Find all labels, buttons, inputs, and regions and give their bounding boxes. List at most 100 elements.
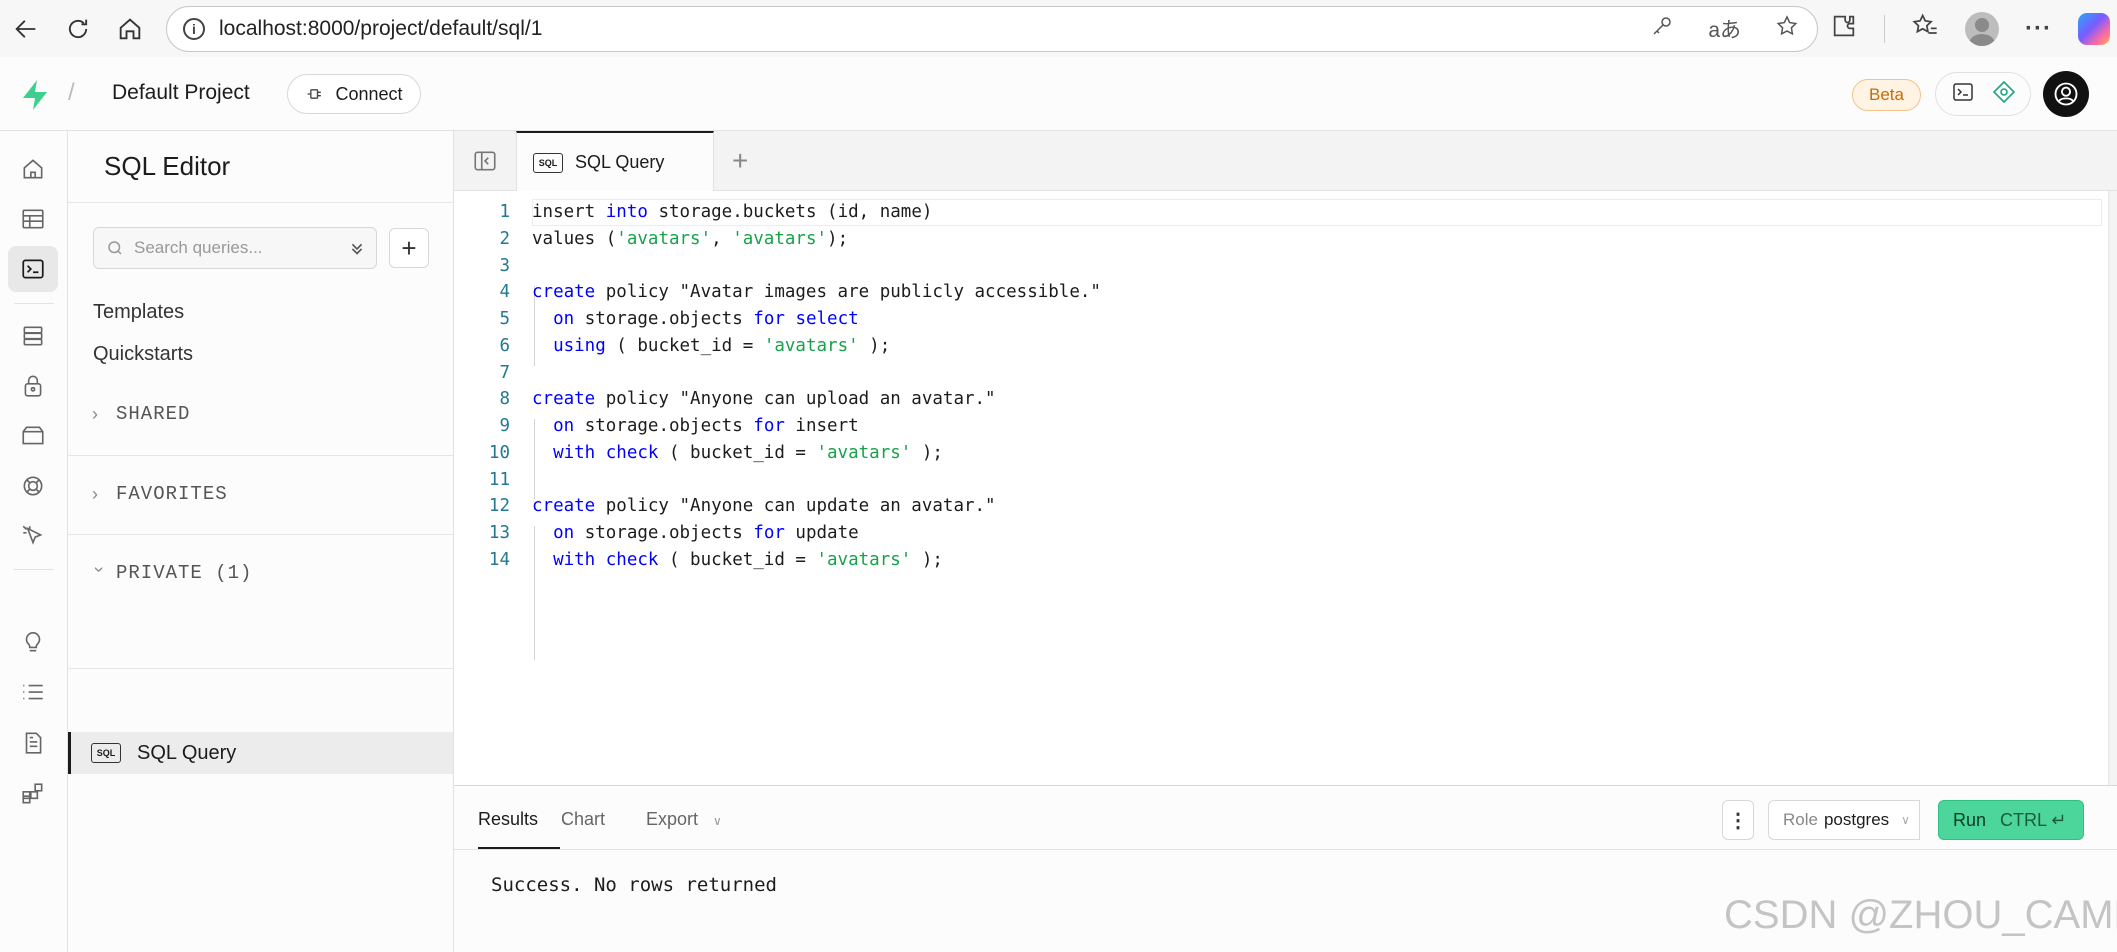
- more-icon[interactable]: ···: [2025, 15, 2052, 43]
- line-number: 13: [488, 523, 510, 543]
- project-name[interactable]: Default Project: [112, 81, 250, 105]
- tab-chart[interactable]: Chart: [561, 809, 605, 830]
- shared-section-toggle[interactable]: › SHARED: [92, 403, 190, 425]
- more-options-button[interactable]: ⋮: [1722, 800, 1754, 840]
- address-bar[interactable]: i localhost:8000/project/default/sql/1 a…: [166, 6, 1818, 52]
- docs-icon[interactable]: [8, 720, 58, 766]
- connect-label: Connect: [335, 83, 403, 104]
- private-section-label: PRIVATE (1): [116, 562, 253, 584]
- nav-rail: [0, 131, 68, 952]
- code-line: 11: [454, 467, 2054, 494]
- export-dropdown[interactable]: Export ∨: [646, 809, 722, 830]
- result-message: Success. No rows returned: [491, 874, 777, 896]
- database-icon[interactable]: [8, 313, 58, 359]
- favorites-icon[interactable]: [1911, 12, 1939, 45]
- sidebar-title: SQL Editor: [104, 151, 231, 181]
- run-shortcut: CTRL ↵: [2000, 809, 2067, 830]
- line-number: 6: [499, 336, 510, 356]
- terminal-icon[interactable]: [1951, 80, 1975, 109]
- editor-scrollbar[interactable]: [2108, 191, 2117, 785]
- back-icon[interactable]: [0, 3, 52, 55]
- query-list-item[interactable]: SQL SQL Query: [68, 732, 453, 774]
- profile-icon[interactable]: [1965, 11, 1999, 46]
- storage-icon[interactable]: [8, 413, 58, 459]
- tab-results[interactable]: Results: [478, 809, 538, 830]
- query-item-label: SQL Query: [137, 741, 237, 764]
- tab-sql-query[interactable]: SQL SQL Query: [516, 131, 714, 192]
- browser-toolbar: i localhost:8000/project/default/sql/1 a…: [0, 0, 2117, 57]
- star-icon[interactable]: [1775, 14, 1799, 44]
- code-line: 3: [454, 253, 2054, 280]
- code-line: 14 with check ( bucket_id = 'avatars' );: [454, 547, 2054, 574]
- chevron-down-icon: ∨: [713, 814, 722, 828]
- sql-file-icon: SQL: [91, 743, 121, 763]
- run-button[interactable]: Run CTRL ↵: [1938, 800, 2084, 840]
- templates-link[interactable]: Templates: [93, 301, 184, 324]
- line-number: 9: [499, 416, 510, 436]
- favorites-section-label: FAVORITES: [116, 483, 228, 505]
- favorites-section-toggle[interactable]: › FAVORITES: [92, 483, 228, 505]
- role-label: Role: [1783, 810, 1818, 829]
- table-editor-icon[interactable]: [8, 196, 58, 242]
- line-number: 1: [499, 202, 510, 222]
- advisor-icon[interactable]: [1992, 80, 2016, 109]
- chevrons-up-down-icon[interactable]: [346, 237, 368, 259]
- copilot-icon[interactable]: [2077, 12, 2110, 45]
- advisors-bulb-icon[interactable]: [8, 619, 58, 665]
- logs-list-icon[interactable]: [8, 669, 58, 715]
- sql-file-icon: SQL: [533, 152, 563, 173]
- line-number: 12: [488, 496, 510, 516]
- chevron-right-icon: ›: [92, 403, 99, 424]
- rail-divider: [14, 303, 54, 304]
- line-number: 4: [499, 282, 510, 302]
- sql-editor-icon[interactable]: [8, 246, 58, 292]
- code-line: 5 on storage.objects for select: [454, 306, 2054, 333]
- translate-icon[interactable]: aあ: [1708, 14, 1741, 44]
- url-text[interactable]: localhost:8000/project/default/sql/1: [219, 17, 542, 41]
- connect-button[interactable]: Connect: [287, 74, 421, 114]
- breadcrumb-separator: /: [68, 79, 75, 106]
- realtime-icon[interactable]: [8, 463, 58, 509]
- collapse-sidebar-icon[interactable]: [472, 148, 498, 174]
- sql-sidebar: SQL Editor + Templates Quickstarts › SHA…: [68, 131, 454, 952]
- app-header: / Default Project Connect Beta: [0, 57, 2117, 131]
- line-number: 14: [488, 550, 510, 570]
- code-line: 12 create policy "Anyone can update an av…: [454, 493, 2054, 520]
- extensions-icon[interactable]: [1830, 12, 1858, 45]
- chevron-down-icon: ›: [89, 566, 110, 573]
- divider: [68, 455, 454, 456]
- cursor-icon[interactable]: [8, 513, 58, 559]
- code-editor[interactable]: 1 insert into storage.buckets (id, name) …: [454, 191, 2108, 785]
- supabase-logo-icon[interactable]: [20, 79, 50, 111]
- line-number: 8: [499, 389, 510, 409]
- divider: [68, 668, 454, 669]
- user-avatar[interactable]: [2043, 71, 2089, 117]
- code-line: 4 create policy "Avatar images are public…: [454, 279, 2054, 306]
- user-icon: [2054, 82, 2078, 106]
- home-nav-icon[interactable]: [8, 146, 58, 192]
- search-queries-field[interactable]: [93, 227, 377, 269]
- line-number: 5: [499, 309, 510, 329]
- quickstarts-link[interactable]: Quickstarts: [93, 343, 193, 366]
- line-number: 3: [499, 256, 510, 276]
- editor-tab-bar: SQL SQL Query +: [454, 131, 2117, 192]
- divider: [68, 534, 454, 535]
- role-select[interactable]: Role postgres ∨: [1768, 800, 1920, 840]
- divider: [68, 202, 454, 203]
- line-number: 2: [499, 229, 510, 249]
- refresh-icon[interactable]: [52, 3, 104, 55]
- add-tab-button[interactable]: +: [732, 145, 748, 177]
- code-line: 9 on storage.objects for insert: [454, 413, 2054, 440]
- beta-badge[interactable]: Beta: [1852, 79, 1921, 111]
- home-icon[interactable]: [104, 3, 156, 55]
- new-query-button[interactable]: +: [389, 228, 429, 268]
- line-number: 10: [488, 443, 510, 463]
- key-icon[interactable]: [1650, 14, 1674, 44]
- integrations-icon[interactable]: [8, 771, 58, 817]
- header-tools: [1935, 72, 2031, 116]
- private-section-toggle[interactable]: › PRIVATE (1): [89, 562, 253, 584]
- tab-label: SQL Query: [575, 152, 665, 172]
- info-icon[interactable]: i: [183, 18, 205, 40]
- search-queries-input[interactable]: [134, 238, 334, 258]
- auth-icon[interactable]: [8, 363, 58, 409]
